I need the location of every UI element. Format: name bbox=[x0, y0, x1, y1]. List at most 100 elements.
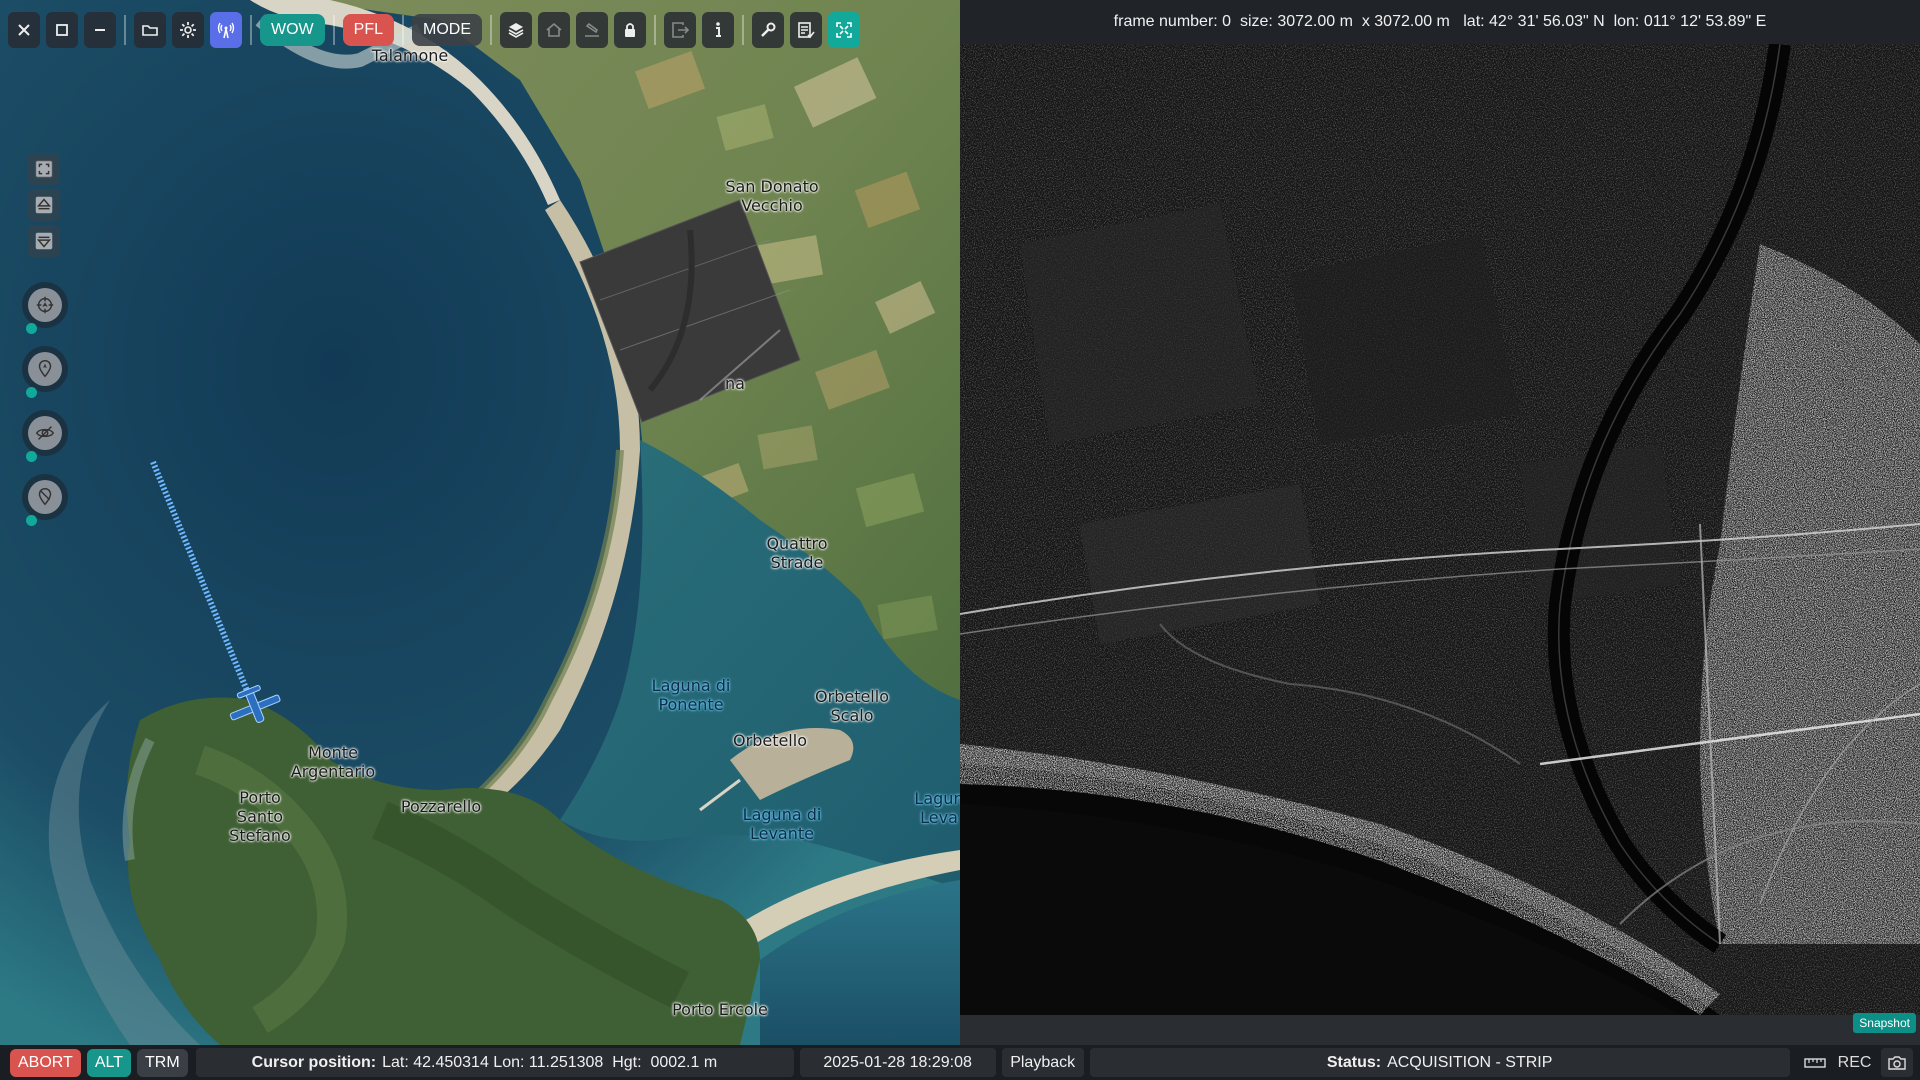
snapshot-button[interactable]: Snapshot bbox=[1853, 1013, 1916, 1033]
camera-button[interactable] bbox=[1881, 1048, 1914, 1077]
settings-button[interactable] bbox=[172, 12, 204, 48]
status-label: Status: bbox=[1326, 1053, 1382, 1071]
frame-lon-value: 011° 12' 53.89" E bbox=[1643, 13, 1767, 30]
hide-overlay-button[interactable] bbox=[22, 410, 68, 456]
mode-button[interactable]: MODE bbox=[412, 14, 482, 46]
sar-image bbox=[960, 44, 1920, 1015]
datetime-value: 2025-01-28 18:29:08 bbox=[823, 1053, 972, 1071]
center-aircraft-icon bbox=[36, 296, 54, 314]
indicator-dot bbox=[26, 451, 37, 462]
location-off-button[interactable] bbox=[22, 474, 68, 520]
status-display: Status: ACQUISITION - STRIP bbox=[1089, 1048, 1790, 1077]
frame-size-label: size: bbox=[1239, 13, 1273, 30]
camera-icon bbox=[1888, 1055, 1907, 1070]
playback-button[interactable]: Playback bbox=[1001, 1048, 1084, 1077]
ruler-button[interactable] bbox=[1798, 1048, 1832, 1077]
frame-lat-value: 42° 31' 56.03" N bbox=[1489, 13, 1605, 30]
layer-down-button[interactable] bbox=[28, 225, 60, 257]
maximize-button[interactable] bbox=[46, 12, 78, 48]
cursor-position-box: Cursor position: Lat: 42.450314 Lon: 11.… bbox=[195, 1048, 794, 1077]
cursor-lon: Lon: 11.251308 bbox=[493, 1053, 604, 1071]
place-label: Monte Argentario bbox=[290, 743, 376, 781]
toolbar-separator bbox=[250, 15, 252, 45]
lock-button[interactable] bbox=[614, 12, 646, 48]
location-off-icon bbox=[38, 488, 52, 506]
center-aircraft-button[interactable] bbox=[22, 282, 68, 328]
ruler-icon bbox=[1803, 1057, 1826, 1068]
rec-button[interactable]: REC bbox=[1832, 1048, 1878, 1077]
fullscreen-button[interactable] bbox=[828, 12, 860, 48]
frame-number-value: 0 bbox=[1222, 13, 1232, 30]
zoom-fit-button[interactable] bbox=[28, 153, 60, 185]
layers-button[interactable] bbox=[500, 12, 532, 48]
pfl-button[interactable]: PFL bbox=[342, 14, 394, 46]
open-folder-button[interactable] bbox=[134, 12, 166, 48]
cursor-lat: Lat: 42.450314 bbox=[382, 1053, 489, 1071]
minimize-button[interactable] bbox=[84, 12, 116, 48]
place-label: Pozzarello bbox=[400, 797, 482, 816]
layer-up-button[interactable] bbox=[28, 189, 60, 221]
export-icon bbox=[672, 22, 690, 38]
rec-label: REC bbox=[1837, 1053, 1872, 1071]
info-button[interactable] bbox=[702, 12, 734, 48]
frame-lon-label: lon: bbox=[1613, 13, 1640, 30]
maximize-icon bbox=[56, 24, 68, 36]
info-icon bbox=[716, 22, 721, 37]
place-label: Orbetello Scalo bbox=[815, 687, 889, 725]
layers-icon bbox=[508, 23, 524, 38]
satellite-map bbox=[0, 0, 960, 1045]
status-bar: ABORT ALT TRM Cursor position: Lat: 42.4… bbox=[0, 1045, 1920, 1080]
eye-off-icon bbox=[35, 426, 55, 440]
wrench-icon bbox=[761, 22, 776, 37]
place-label: Quattro Strade bbox=[766, 534, 828, 572]
app-window: Talamone San Donato Vecchio Quattro Stra… bbox=[0, 0, 1920, 1080]
place-label: na bbox=[725, 374, 745, 393]
follow-aircraft-button[interactable] bbox=[22, 346, 68, 392]
frame-lat-label: lat: bbox=[1463, 13, 1485, 30]
export-button[interactable] bbox=[664, 12, 696, 48]
abort-button[interactable]: ABORT bbox=[10, 1048, 81, 1077]
cursor-hgt: Hgt: 0002.1 m bbox=[612, 1053, 718, 1071]
cursor-position-label: Cursor position: bbox=[251, 1053, 377, 1071]
home-button[interactable] bbox=[538, 12, 570, 48]
sar-frame-info: frame number: 0 size: 3072.00 m x 3072.0… bbox=[960, 0, 1920, 44]
datalink-button[interactable] bbox=[210, 12, 242, 48]
tools-button[interactable] bbox=[752, 12, 784, 48]
indicator-dot bbox=[26, 323, 37, 334]
wow-button[interactable]: WOW bbox=[260, 14, 325, 46]
checklist-icon bbox=[798, 22, 815, 39]
water-label: Lagun Leva bbox=[914, 789, 960, 827]
toolbar-separator bbox=[124, 15, 126, 45]
landing-icon bbox=[585, 22, 599, 37]
trm-button[interactable]: TRM bbox=[136, 1048, 188, 1077]
toolbar-separator bbox=[742, 15, 744, 45]
toolbar-separator bbox=[402, 15, 404, 45]
toolbar-separator bbox=[332, 15, 335, 45]
datetime-display: 2025-01-28 18:29:08 bbox=[799, 1048, 996, 1077]
map-view[interactable]: Talamone San Donato Vecchio Quattro Stra… bbox=[0, 0, 960, 1045]
alt-button[interactable]: ALT bbox=[86, 1048, 131, 1077]
place-label: San Donato Vecchio bbox=[725, 177, 819, 215]
layer-up-icon bbox=[35, 196, 53, 214]
toolbar-separator bbox=[490, 15, 492, 45]
fullscreen-icon bbox=[836, 22, 852, 38]
checklist-button[interactable] bbox=[790, 12, 822, 48]
home-icon bbox=[546, 22, 562, 37]
close-button[interactable] bbox=[8, 12, 40, 48]
layer-down-icon bbox=[35, 232, 53, 250]
place-label: Porto Santo Stefano bbox=[229, 788, 291, 845]
landing-button[interactable] bbox=[576, 12, 608, 48]
status-value: ACQUISITION - STRIP bbox=[1387, 1053, 1553, 1071]
sar-image-view[interactable] bbox=[960, 44, 1920, 1015]
follow-aircraft-icon bbox=[38, 360, 52, 378]
water-label: Laguna di Levante bbox=[742, 805, 822, 843]
playback-label: Playback bbox=[1010, 1053, 1076, 1071]
sar-footer: Snapshot bbox=[960, 1013, 1920, 1045]
indicator-dot bbox=[26, 387, 37, 398]
place-label: Orbetello bbox=[733, 731, 807, 750]
minimize-icon bbox=[95, 29, 105, 31]
folder-icon bbox=[142, 25, 158, 36]
frame-size-value: 3072.00 m x 3072.00 m bbox=[1277, 13, 1450, 30]
top-toolbar: WOW PFL MODE bbox=[8, 11, 860, 49]
close-icon bbox=[18, 24, 30, 36]
